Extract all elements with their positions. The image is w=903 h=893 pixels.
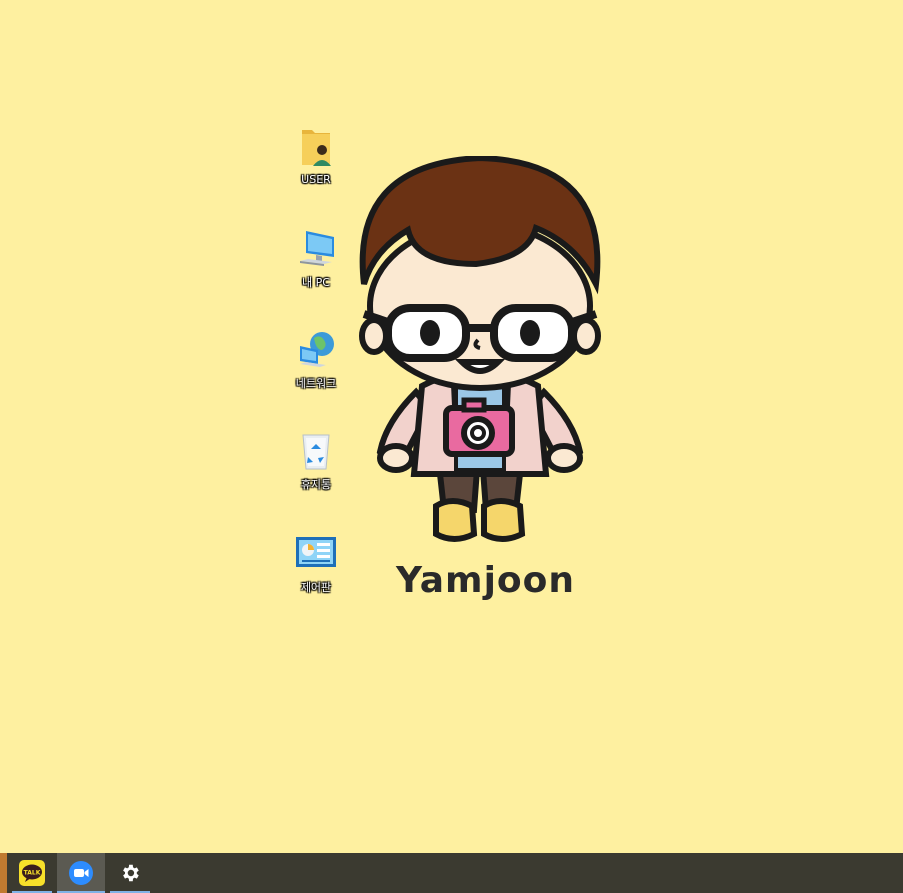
wallpaper-character-illustration — [359, 156, 601, 542]
desktop[interactable]: USER 내 PC 네트워크 휴지통 제어판 Yamjoon — [0, 0, 903, 853]
this-pc-icon — [300, 231, 334, 266]
taskbar-kakaotalk-button[interactable]: TALK — [12, 853, 52, 893]
desktop-icon-label: 네트워크 — [295, 377, 337, 390]
network-icon — [300, 332, 334, 367]
desktop-icon-user[interactable]: USER — [286, 126, 346, 206]
zoom-icon — [69, 861, 93, 885]
recycle-bin-icon — [302, 434, 330, 470]
user-folder-icon — [302, 130, 331, 166]
taskbar-zoom-button[interactable] — [57, 853, 105, 893]
taskbar: TALK — [0, 853, 903, 893]
desktop-icon-recycle-bin[interactable]: 휴지통 — [286, 429, 346, 509]
desktop-icon-label: 제어판 — [300, 581, 332, 594]
taskbar-settings-button[interactable] — [110, 853, 150, 893]
taskbar-left-edge — [0, 853, 7, 893]
desktop-icon-label: 내 PC — [302, 276, 330, 289]
desktop-icon-control-panel[interactable]: 제어판 — [286, 532, 346, 612]
desktop-icon-label: USER — [301, 173, 331, 186]
control-panel-icon — [296, 537, 336, 567]
wallpaper-name-text: Yamjoon — [396, 560, 576, 601]
desktop-icon-network[interactable]: 네트워크 — [286, 328, 346, 408]
desktop-icon-this-pc[interactable]: 내 PC — [286, 227, 346, 307]
kakaotalk-icon-label: TALK — [24, 870, 41, 877]
desktop-icon-label: 휴지통 — [300, 478, 332, 491]
settings-gear-icon — [123, 864, 139, 882]
kakaotalk-icon: TALK — [19, 860, 45, 886]
